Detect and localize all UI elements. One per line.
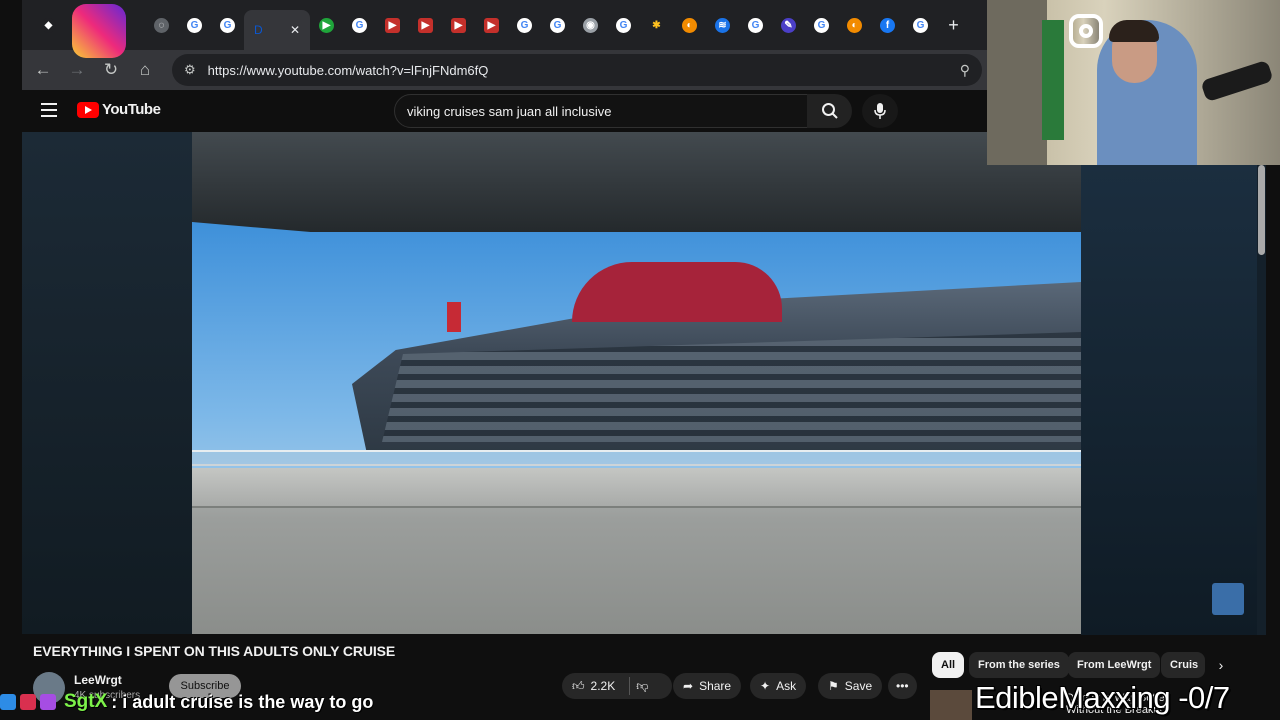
- scrollbar-thumb[interactable]: [1258, 165, 1265, 255]
- chip-from-channel[interactable]: From LeeWrgt: [1068, 652, 1161, 678]
- youtube-logo-text: YouTube: [102, 101, 161, 118]
- tab-google-icon[interactable]: G: [607, 9, 640, 41]
- menu-icon[interactable]: [41, 103, 57, 117]
- zoom-icon[interactable]: ⚲: [960, 62, 970, 79]
- tab-active[interactable]: D ✕: [244, 10, 310, 50]
- bridge-railing: [192, 450, 1081, 466]
- barrier-ledge: [192, 468, 1081, 508]
- recommended-thumbnail[interactable]: [930, 690, 972, 720]
- youtube-play-icon: [77, 101, 99, 118]
- microphone-icon: [874, 103, 886, 119]
- car-window-frame: [192, 132, 1081, 232]
- forward-arrow-icon[interactable]: →: [60, 60, 94, 80]
- tab-google-icon[interactable]: G: [178, 9, 211, 41]
- bookmark-icon: ⚑: [828, 679, 839, 693]
- tab-chrome-icon[interactable]: ◉: [574, 9, 607, 41]
- chip-from-the-series[interactable]: From the series: [969, 652, 1069, 678]
- tab-google-icon[interactable]: G: [343, 9, 376, 41]
- chat-badge-icon: [0, 694, 16, 710]
- stream-ticker: EdibleMaxxing -0/7: [975, 680, 1230, 715]
- chip-all[interactable]: All: [932, 652, 965, 678]
- ask-button[interactable]: ✦ Ask: [750, 673, 807, 699]
- sparkle-icon: ✦: [760, 679, 771, 693]
- reload-icon[interactable]: ↻: [94, 60, 128, 80]
- share-icon: ➦: [683, 679, 694, 693]
- search-button[interactable]: [807, 94, 852, 128]
- voice-search-button[interactable]: [862, 94, 898, 128]
- video-title: EVERYTHING I SPENT ON THIS ADULTS ONLY C…: [33, 643, 396, 659]
- tab-chrome-icon[interactable]: ◌: [145, 9, 178, 41]
- tab-app-icon[interactable]: ◆: [32, 9, 65, 41]
- tab-facebook-icon[interactable]: f: [871, 9, 904, 41]
- tab-google-icon[interactable]: G: [508, 9, 541, 41]
- instagram-icon: [72, 4, 1103, 58]
- like-count: 2.2K: [590, 679, 616, 693]
- search-icon: [821, 103, 838, 119]
- chevron-right-icon[interactable]: ›: [1208, 652, 1234, 678]
- webcam-overlay: [987, 0, 1280, 165]
- youtube-logo[interactable]: YouTube: [77, 101, 161, 118]
- tab-google-icon[interactable]: G: [541, 9, 574, 41]
- chip-cruise[interactable]: Cruis: [1161, 652, 1205, 678]
- site-settings-icon[interactable]: ⚙: [184, 62, 196, 78]
- close-tab-icon[interactable]: ✕: [290, 23, 300, 37]
- tab-google-icon[interactable]: G: [211, 9, 244, 41]
- share-button[interactable]: ➦ Share: [673, 673, 742, 699]
- ask-label: Ask: [776, 679, 797, 693]
- tab-youtube-icon[interactable]: ▶: [475, 9, 508, 41]
- tab-youtube-icon[interactable]: ▶: [442, 9, 475, 41]
- stream-chat-line: SgtX : i adult cruise is the way to go: [0, 690, 373, 714]
- tab-blue-icon[interactable]: ≋: [706, 9, 739, 41]
- tab-youtube-icon[interactable]: ▶: [376, 9, 409, 41]
- new-tab-button[interactable]: +: [937, 9, 970, 41]
- chat-badge-icon: [20, 694, 36, 710]
- tab-google-icon[interactable]: G: [904, 9, 937, 41]
- channel-name[interactable]: LeeWrgt: [74, 673, 122, 687]
- tab-active-favicon: D: [254, 23, 263, 37]
- chat-badge-icon: [40, 694, 56, 710]
- back-arrow-icon[interactable]: ←: [26, 60, 60, 80]
- thumbs-down-icon[interactable]: 👎︎: [636, 679, 648, 694]
- page-scrollbar[interactable]: [1257, 165, 1266, 635]
- screen: ◆ ◌ G G D ✕ ▶ G ▶ ▶ ▶ ▶ G G ◉ G ✱ ◐ ≋ G …: [0, 0, 1280, 720]
- video-player[interactable]: [192, 132, 1081, 634]
- tab-orange-icon[interactable]: ◐: [838, 9, 871, 41]
- search-query: viking cruises sam juan all inclusive: [407, 103, 612, 119]
- tab-app-icon[interactable]: ✎: [772, 9, 805, 41]
- home-icon[interactable]: ⌂: [128, 60, 162, 80]
- tab-google-icon[interactable]: G: [805, 9, 838, 41]
- more-icon: •••: [896, 679, 909, 693]
- browser-toolbar: ← → ↻ ⌂ ⚙ https://www.youtube.com/watch?…: [22, 50, 987, 90]
- thumbs-up-icon[interactable]: 👍︎: [572, 679, 585, 694]
- search-input[interactable]: viking cruises sam juan all inclusive ✕: [394, 94, 833, 128]
- browser-tab-strip: ◆ ◌ G G D ✕ ▶ G ▶ ▶ ▶ ▶ G G ◉ G ✱ ◐ ≋ G …: [22, 0, 987, 50]
- channel-thumbnail-small[interactable]: [1212, 583, 1244, 615]
- tab-google-icon[interactable]: G: [739, 9, 772, 41]
- like-dislike-button[interactable]: 👍︎ 2.2K 👎︎: [562, 673, 672, 699]
- chat-message: : i adult cruise is the way to go: [111, 691, 374, 712]
- ship-mast: [447, 302, 461, 332]
- youtube-header: YouTube viking cruises sam juan all incl…: [22, 90, 987, 132]
- ambient-right: [1081, 165, 1257, 635]
- address-url: https://www.youtube.com/watch?v=lFnjFNdm…: [207, 62, 489, 78]
- save-label: Save: [844, 679, 873, 693]
- tab-youtube-icon[interactable]: ▶: [409, 9, 442, 41]
- like-divider: [629, 677, 631, 695]
- ambient-left: [22, 132, 192, 634]
- tab-orange-icon[interactable]: ◐: [673, 9, 706, 41]
- share-label: Share: [699, 679, 732, 693]
- tab-walmart-icon[interactable]: ✱: [640, 9, 673, 41]
- chat-username: SgtX: [64, 691, 108, 712]
- cruise-ship-funnel: [572, 262, 782, 322]
- save-button[interactable]: ⚑ Save: [818, 673, 883, 699]
- tab-play-icon[interactable]: ▶: [310, 9, 343, 41]
- more-actions-button[interactable]: •••: [888, 673, 917, 699]
- address-bar[interactable]: ⚙ https://www.youtube.com/watch?v=lFnjFN…: [172, 54, 982, 86]
